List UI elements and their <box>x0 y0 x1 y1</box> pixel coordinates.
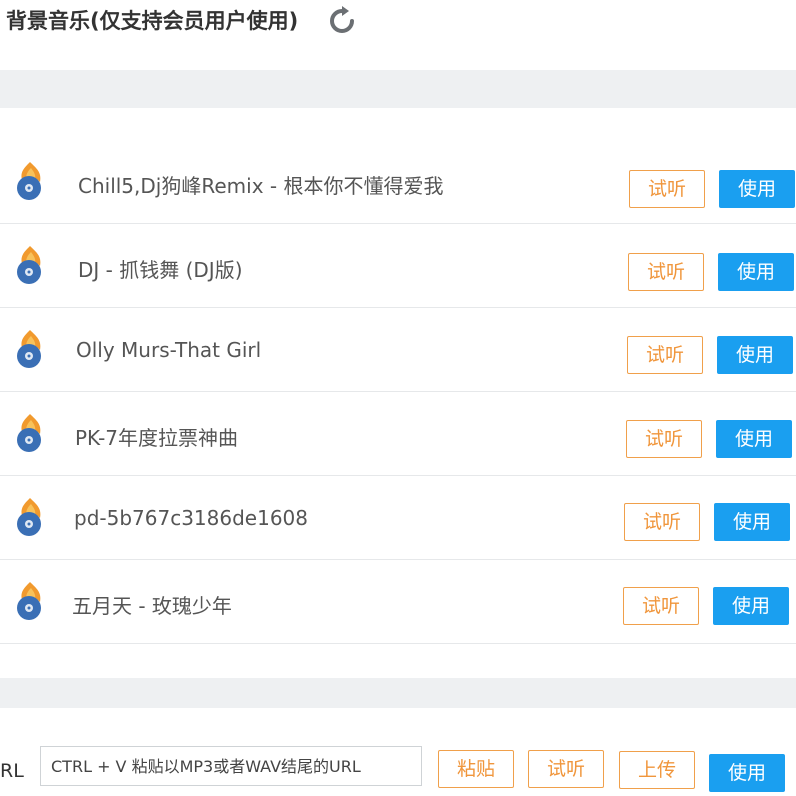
use-button[interactable]: 使用 <box>716 420 792 458</box>
music-disc-icon <box>17 414 41 452</box>
music-disc-icon <box>17 330 41 368</box>
song-name: DJ - 抓钱舞 (DJ版) <box>78 258 243 282</box>
paste-button[interactable]: 粘贴 <box>438 750 514 788</box>
preview-button[interactable]: 试听 <box>624 503 700 541</box>
use-button[interactable]: 使用 <box>714 503 790 541</box>
url-input-bar: RL 粘贴 试听 上传 使用 <box>0 708 796 796</box>
list-item: DJ - 抓钱舞 (DJ版) 试听 使用 <box>0 226 796 308</box>
song-name: PK-7年度拉票神曲 <box>75 426 239 450</box>
song-name: pd-5b767c3186de1608 <box>74 506 308 530</box>
list-item: Olly Murs-That Girl 试听 使用 <box>0 310 796 392</box>
use-button[interactable]: 使用 <box>718 253 794 291</box>
refresh-icon[interactable] <box>327 6 357 36</box>
preview-url-button[interactable]: 试听 <box>528 750 604 788</box>
music-disc-icon <box>17 162 41 200</box>
preview-button[interactable]: 试听 <box>629 170 705 208</box>
music-list: Chill5,Dj狗峰Remix - 根本你不懂得爱我 试听 使用 DJ - 抓… <box>0 108 796 648</box>
page-title: 背景音乐(仅支持会员用户使用) <box>6 9 299 33</box>
use-button[interactable]: 使用 <box>713 587 789 625</box>
use-button[interactable]: 使用 <box>717 336 793 374</box>
panel-header: 背景音乐(仅支持会员用户使用) <box>0 0 796 64</box>
music-disc-icon <box>17 582 41 620</box>
list-top-divider <box>0 70 796 108</box>
song-name: Olly Murs-That Girl <box>76 338 262 362</box>
song-name: Chill5,Dj狗峰Remix - 根本你不懂得爱我 <box>78 174 444 198</box>
use-button[interactable]: 使用 <box>719 170 795 208</box>
preview-button[interactable]: 试听 <box>626 420 702 458</box>
list-item: Chill5,Dj狗峰Remix - 根本你不懂得爱我 试听 使用 <box>0 142 796 224</box>
music-disc-icon <box>17 498 41 536</box>
use-url-button[interactable]: 使用 <box>709 754 785 792</box>
song-name: 五月天 - 玫瑰少年 <box>72 594 232 618</box>
list-bottom-divider <box>0 678 796 708</box>
url-input[interactable] <box>40 746 422 786</box>
list-item: PK-7年度拉票神曲 试听 使用 <box>0 394 796 476</box>
preview-button[interactable]: 试听 <box>627 336 703 374</box>
music-disc-icon <box>17 246 41 284</box>
upload-button[interactable]: 上传 <box>619 751 695 789</box>
background-music-panel: 背景音乐(仅支持会员用户使用) Chill5,Dj狗峰Remix - 根本你不懂… <box>0 0 796 796</box>
list-item: pd-5b767c3186de1608 试听 使用 <box>0 478 796 560</box>
list-item: 五月天 - 玫瑰少年 试听 使用 <box>0 562 796 644</box>
preview-button[interactable]: 试听 <box>623 587 699 625</box>
url-label: RL <box>0 760 24 782</box>
preview-button[interactable]: 试听 <box>628 253 704 291</box>
